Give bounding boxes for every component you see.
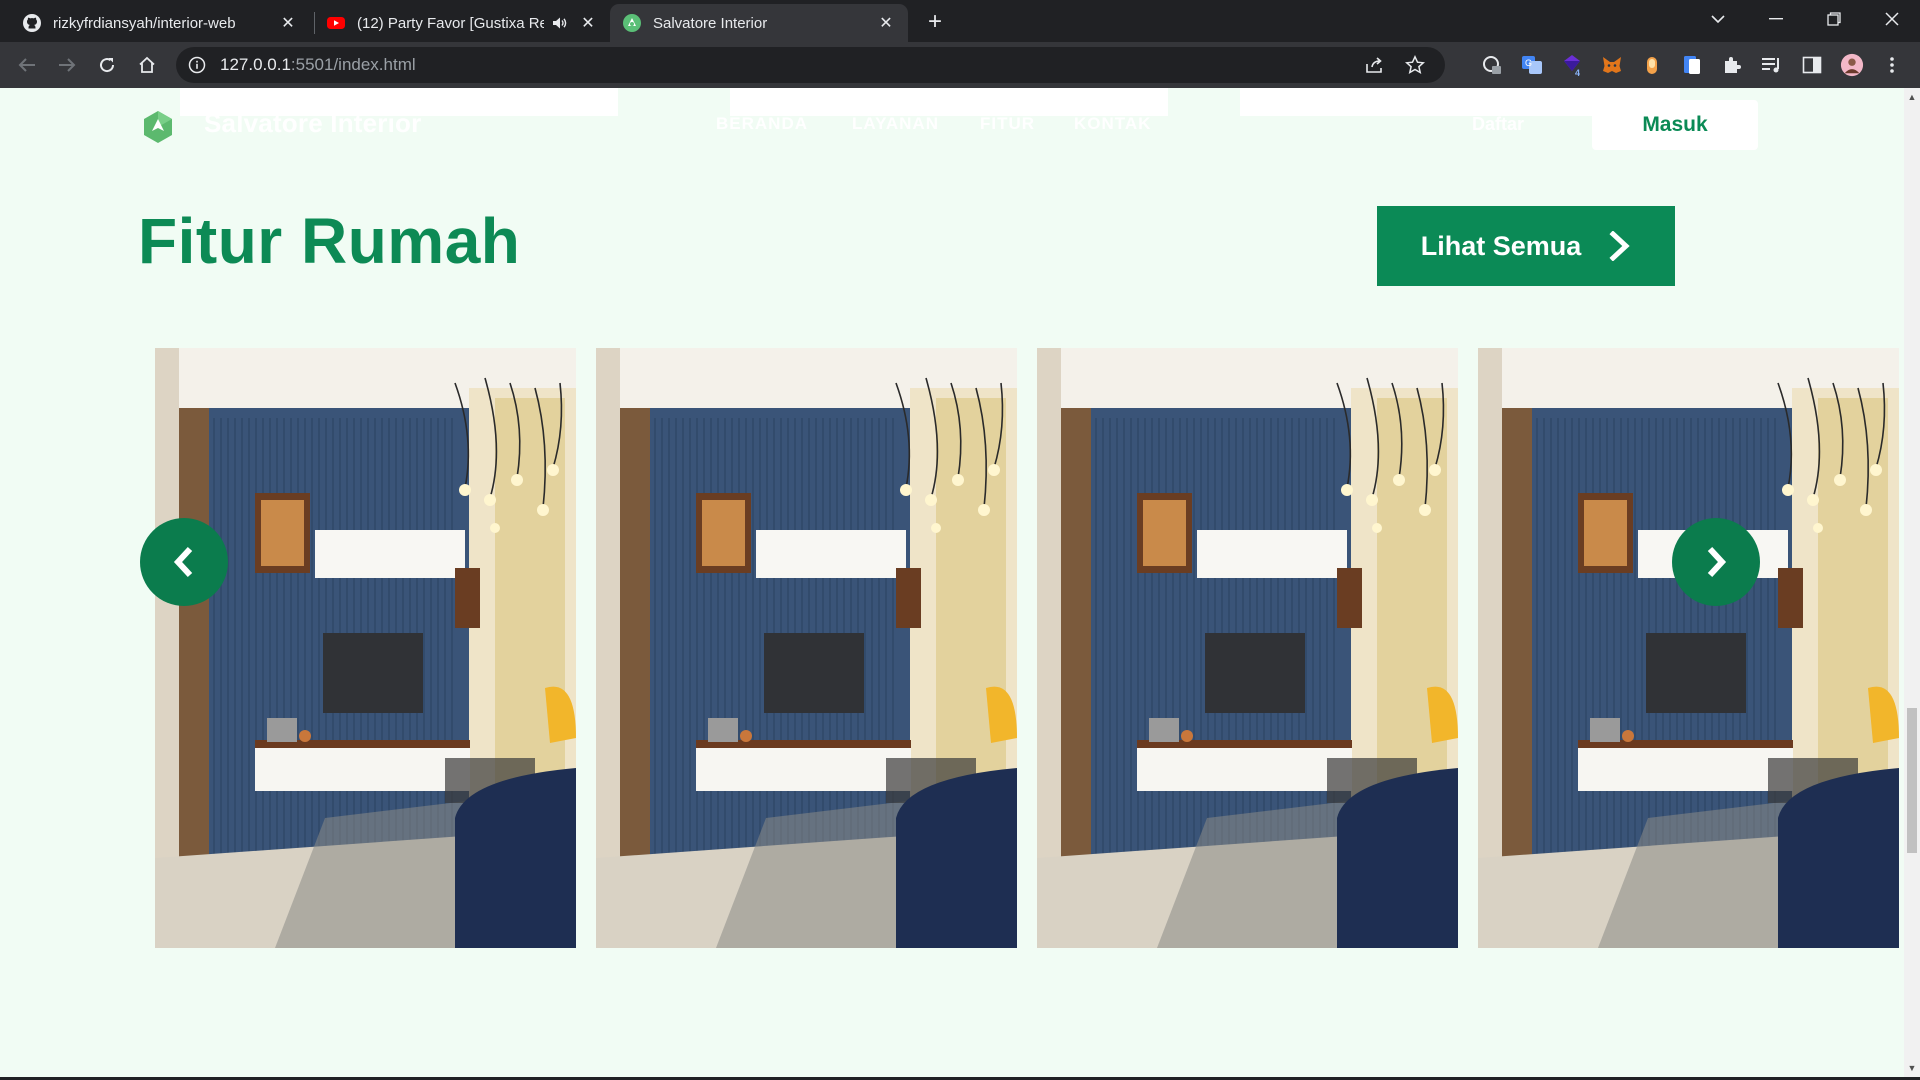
register-link[interactable]: Daftar xyxy=(1472,114,1524,135)
profile-avatar-icon[interactable] xyxy=(1840,53,1864,77)
nav-layanan[interactable]: LAYANAN xyxy=(852,114,939,134)
feature-carousel xyxy=(0,348,1904,948)
carousel-prev-button[interactable] xyxy=(140,518,228,606)
scrollbar-thumb[interactable] xyxy=(1907,708,1917,853)
nav-beranda[interactable]: BERANDA xyxy=(716,114,808,134)
tab-strip: rizkyfrdiansyah/interior-web ✕ (12) Part… xyxy=(0,0,1920,42)
youtube-icon xyxy=(326,13,346,33)
side-panel-icon[interactable] xyxy=(1800,53,1824,77)
forward-icon[interactable] xyxy=(53,51,81,79)
docs-extension-icon[interactable] xyxy=(1680,53,1704,77)
url-host: 127.0.0.1 xyxy=(220,55,291,74)
tab-youtube[interactable]: (12) Party Favor [Gustixa Rem ✕ xyxy=(314,4,610,42)
tab-title: rizkyfrdiansyah/interior-web xyxy=(53,14,236,32)
extensions-puzzle-icon[interactable] xyxy=(1720,53,1744,77)
metamask-icon[interactable] xyxy=(1600,53,1624,77)
media-queue-icon[interactable] xyxy=(1760,53,1784,77)
flask-extension-icon[interactable] xyxy=(1640,53,1664,77)
extension-hub-icon[interactable] xyxy=(1480,53,1504,77)
address-bar[interactable]: 127.0.0.1:5501/index.html xyxy=(176,47,1445,83)
chevron-right-icon xyxy=(1707,546,1727,578)
carousel-card[interactable] xyxy=(1478,348,1899,948)
close-window-icon[interactable] xyxy=(1864,0,1920,38)
header-ghost-box xyxy=(730,88,1168,116)
carousel-card[interactable] xyxy=(596,348,1017,948)
close-tab-icon[interactable]: ✕ xyxy=(876,13,896,33)
github-icon xyxy=(22,13,42,33)
scroll-up-icon[interactable]: ▲ xyxy=(1904,90,1920,104)
close-tab-icon[interactable]: ✕ xyxy=(578,13,598,33)
brand-name[interactable]: Salvatore Interior xyxy=(204,108,421,139)
home-icon[interactable] xyxy=(133,51,161,79)
new-tab-icon[interactable]: + xyxy=(921,8,949,36)
browser-toolbar: 127.0.0.1:5501/index.html G 4 xyxy=(0,42,1920,88)
carousel-next-button[interactable] xyxy=(1672,518,1760,606)
brand-logo-icon[interactable] xyxy=(142,110,174,144)
bookmark-star-icon[interactable] xyxy=(1404,55,1426,80)
back-icon[interactable] xyxy=(13,51,41,79)
tab-title: Salvatore Interior xyxy=(653,14,768,32)
living-room-photo xyxy=(1478,348,1899,948)
nav-kontak[interactable]: KONTAK xyxy=(1074,114,1151,134)
extension-badge: 4 xyxy=(1575,68,1580,77)
url-path: :5501/index.html xyxy=(290,55,416,74)
see-all-label: Lihat Semua xyxy=(1420,230,1582,261)
site-info-icon[interactable] xyxy=(188,56,206,74)
url-text: 127.0.0.1:5501/index.html xyxy=(220,55,416,75)
scroll-down-icon[interactable]: ▼ xyxy=(1904,1061,1920,1075)
living-room-photo xyxy=(596,348,1017,948)
living-room-photo xyxy=(1037,348,1458,948)
chevron-left-icon xyxy=(173,546,193,578)
tab-github[interactable]: rizkyfrdiansyah/interior-web ✕ xyxy=(10,4,310,42)
share-icon[interactable] xyxy=(1365,56,1385,79)
login-button[interactable]: Masuk xyxy=(1592,100,1758,150)
tab-title: (12) Party Favor [Gustixa Rem xyxy=(357,14,544,32)
gem-extension-icon[interactable]: 4 xyxy=(1560,53,1584,77)
minimize-icon[interactable] xyxy=(1748,0,1804,38)
translate-extension-icon[interactable]: G xyxy=(1520,53,1544,77)
speaker-icon[interactable] xyxy=(552,13,568,33)
living-room-photo xyxy=(155,348,576,948)
reload-icon[interactable] xyxy=(93,51,121,79)
carousel-card[interactable] xyxy=(155,348,576,948)
page-viewport: Salvatore Interior BERANDA LAYANAN FITUR… xyxy=(0,88,1904,1077)
svg-text:G: G xyxy=(1525,58,1532,68)
restore-icon[interactable] xyxy=(1806,0,1862,38)
section-title: Fitur Rumah xyxy=(138,205,521,277)
close-tab-icon[interactable]: ✕ xyxy=(278,13,298,33)
browser-menu-icon[interactable] xyxy=(1880,53,1904,77)
nav-fitur[interactable]: FITUR xyxy=(980,114,1035,134)
carousel-card[interactable] xyxy=(1037,348,1458,948)
tab-salvatore[interactable]: Salvatore Interior ✕ xyxy=(610,4,908,42)
chevron-right-icon xyxy=(1609,230,1631,262)
see-all-button[interactable]: Lihat Semua xyxy=(1377,206,1675,286)
tab-search-icon[interactable] xyxy=(1690,0,1746,38)
page-scrollbar[interactable]: ▲ ▼ xyxy=(1904,88,1920,1077)
salvatore-favicon-icon xyxy=(622,13,642,33)
